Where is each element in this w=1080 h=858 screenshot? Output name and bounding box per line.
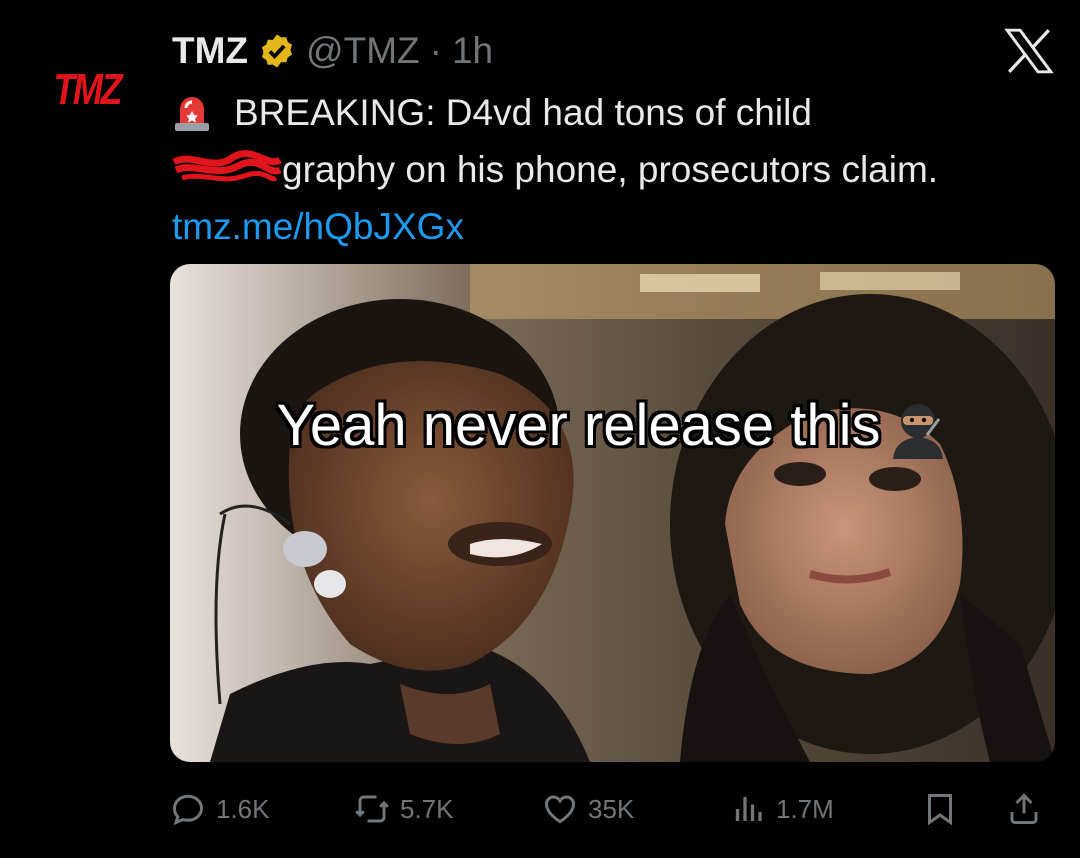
caption-text: Yeah never release this [276,393,881,458]
author-name[interactable]: TMZ [172,30,248,72]
repost-count: 5.7K [400,793,454,824]
tweet-link[interactable]: tmz.me/hQbJXGx [172,198,464,255]
like-count: 35K [588,793,635,824]
bookmark-icon [928,794,952,826]
siren-emoji-icon [175,96,209,131]
verified-badge-icon [261,34,293,68]
bookmark-button[interactable] [922,791,958,827]
tweet-text: BREAKING: D4vd had tons of child graphy … [172,84,1052,255]
views-bar-chart-icon [735,797,762,821]
x-logo-icon [1004,28,1054,74]
tweet-text-line-2: graphy on his phone, prosecutors claim. [282,149,939,190]
view-count: 1.7M [776,793,834,824]
author-handle[interactable]: @TMZ [306,30,420,72]
repost-button[interactable]: 5.7K [354,791,454,827]
ninja-emoji-icon [892,403,943,459]
overlay-caption: Yeah never release this [170,392,1055,461]
tweet-line-3: tmz.me/hQbJXGx [172,198,1052,255]
like-button[interactable]: 35K [542,791,634,827]
tweet-timestamp[interactable]: 1h [452,30,493,72]
tweet-line-2: graphy on his phone, prosecutors claim. [172,141,1052,198]
separator-dot: · [429,30,442,71]
share-icon [1010,793,1038,824]
tweet-header: TMZ @TMZ · 1h [172,26,493,76]
tweet-action-bar: 1.6K 5.7K 35K 1.7M [170,783,1055,833]
heart-icon [544,795,576,824]
share-button[interactable] [1006,791,1042,827]
tweet-line-1: BREAKING: D4vd had tons of child [172,84,1052,141]
views-button[interactable]: 1.7M [730,791,834,827]
repost-icon [355,795,389,823]
tmz-logo-avatar[interactable]: TMZ [28,68,146,112]
tmz-logo-text: TMZ [53,65,123,114]
red-scribble-redaction [172,149,282,181]
tweet-media-image[interactable]: Yeah never release this [170,264,1055,762]
reply-icon [172,794,204,826]
reply-button[interactable]: 1.6K [170,791,270,827]
reply-count: 1.6K [216,793,270,824]
photo-illustration [170,264,1055,762]
tweet-text-line-1: BREAKING: D4vd had tons of child [234,92,812,133]
